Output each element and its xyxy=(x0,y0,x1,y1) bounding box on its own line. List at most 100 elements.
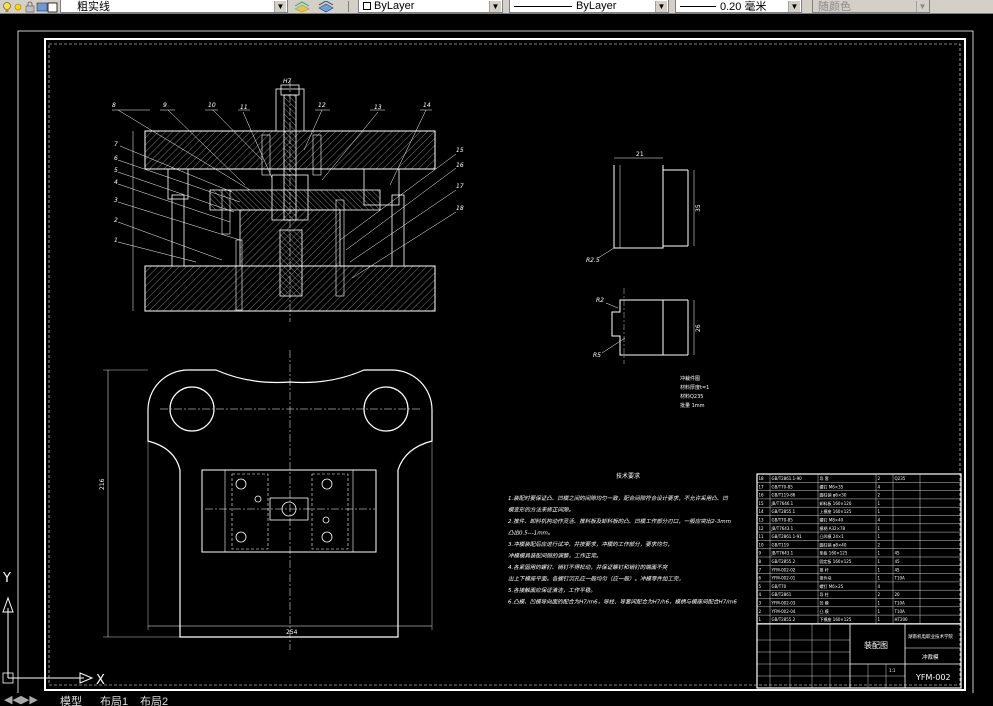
make-current-layer-icon[interactable] xyxy=(294,1,310,13)
bom-cell: 17 xyxy=(759,484,765,489)
bom-cell: 11 xyxy=(759,534,765,539)
bom-cell: GB/T2855.2 xyxy=(772,617,796,622)
color-swatch xyxy=(363,2,371,10)
bom-cell: GB/T119-86 xyxy=(772,493,796,498)
bom-cell: GB/T2855.1 xyxy=(772,509,796,514)
tech-line: 凸出0.5---1mm。 xyxy=(508,530,553,537)
plotstyle-dropdown[interactable]: 随颜色 ▼ xyxy=(812,0,930,13)
bom-cell: GB/T70-85 xyxy=(772,484,794,489)
svg-text:材料厚度t=1: 材料厚度t=1 xyxy=(680,384,709,391)
chevron-down-icon[interactable]: ▼ xyxy=(788,1,800,12)
plan-view: 216 254 xyxy=(99,350,433,650)
bom-cell: 1 xyxy=(878,501,881,506)
bom-cell: GB/T2855.2 xyxy=(772,559,796,564)
section-view: 8 9 10 11 H7 12 13 14 7 6 5 4 3 2 1 15 16 17 18 xyxy=(112,78,464,322)
product-name: 冲裁模 xyxy=(922,653,939,661)
bom-cell: 16 xyxy=(759,493,765,498)
chevron-down-icon[interactable]: ▼ xyxy=(274,1,286,12)
bom-cell: 1 xyxy=(878,559,881,564)
chevron-down-icon[interactable]: ▼ xyxy=(916,1,928,12)
sheet-outer-frame xyxy=(17,30,974,693)
bom-cell: 45 xyxy=(895,567,901,572)
bom-cell: GB/T70 xyxy=(772,584,787,589)
layer-dropdown[interactable]: 粗实线 ▼ xyxy=(60,0,288,13)
drawing-name: 装配图 xyxy=(864,640,888,650)
bom-cell: 3 xyxy=(759,601,762,606)
lineweight-dropdown[interactable]: 0.20 毫米 ▼ xyxy=(675,0,802,13)
bom-cell: 20 xyxy=(895,592,901,597)
bom-cell: T10A xyxy=(894,576,906,581)
bom-cell: 1 xyxy=(878,526,881,531)
bom-cell: 2 xyxy=(878,476,881,481)
bom-cell: 螺钉 M8×40 xyxy=(820,517,844,523)
tech-line: 冲模模具装配间隙的调整，工作正常。 xyxy=(508,553,602,560)
part-label-15: 15 xyxy=(456,147,464,154)
bom-cell: 1 xyxy=(878,617,881,622)
bom-cell: YFM-002-01 xyxy=(771,576,796,581)
ucs-icon: Y X xyxy=(2,571,105,688)
tech-line: 6.凸模、凹模导向面的配合为H7/m6，导柱、导套间配合为H7/h6，模柄与模座… xyxy=(508,599,737,606)
technical-requirements: 技术要求 1.装配时要保证凸、凹模之间的间隙均匀一致，配合间隙符合设计要求，不允… xyxy=(508,472,737,606)
tab-nav-arrows[interactable]: ◀◀▶▶ xyxy=(4,693,38,706)
drawing-canvas[interactable]: 8 9 10 11 H7 12 13 14 7 6 5 4 3 2 1 15 16 17 18 xyxy=(0,15,993,693)
part-label-3: 3 xyxy=(114,197,118,204)
layer-color-icon[interactable] xyxy=(47,1,59,13)
tech-lines: 1.装配时要保证凸、凹模之间的间隙均匀一致，配合间隙符合设计要求，不允许采用凸、… xyxy=(508,495,737,606)
tab-model[interactable]: 模型 xyxy=(60,693,82,706)
tab-layout2[interactable]: 布局2 xyxy=(140,693,168,706)
tech-line: 出上下模座平面。各螺钉沉孔应一般均匀（应一般）。冲模零件加工完， xyxy=(508,576,684,583)
lineweight-dropdown-value: 0.20 毫米 xyxy=(720,1,767,13)
bom-cell: YFM-002-04 xyxy=(771,609,796,614)
bom-cell: GB/T2861.1-90 xyxy=(772,476,803,481)
toolbar-separator xyxy=(348,1,349,12)
chevron-down-icon[interactable]: ▼ xyxy=(489,1,501,12)
bom-cell: JB/T7646.1 xyxy=(771,501,794,506)
bom-cell: 固定板 160×125 xyxy=(820,558,852,564)
bom-cell: YFM-002-02 xyxy=(771,567,796,572)
dim-r2: R2 xyxy=(596,297,604,304)
bom-cell: GB/T119 xyxy=(772,542,790,547)
part-label-16: 16 xyxy=(456,162,464,169)
dim-26: 26 xyxy=(695,324,702,332)
layout-tabs: ◀◀▶▶ 模型 布局1 布局2 xyxy=(0,693,993,706)
tab-layout1[interactable]: 布局1 xyxy=(100,693,128,706)
dim-r5: R5 xyxy=(593,352,601,359)
bom-cell: 7 xyxy=(759,567,762,572)
bom-cell: 2 xyxy=(878,592,881,597)
svg-text:批量 1mm: 批量 1mm xyxy=(680,402,705,409)
linetype-dropdown[interactable]: ByLayer ▼ xyxy=(509,0,669,13)
cad-drawing[interactable]: 8 9 10 11H712 13 14765432115161718 216 2… xyxy=(0,15,993,693)
ucs-x-label: X xyxy=(96,673,105,688)
svg-text:冲裁件图: 冲裁件图 xyxy=(680,375,700,382)
bom-cell: 模柄 A32×78 xyxy=(820,525,846,531)
part-label-11: 11 xyxy=(240,104,248,111)
bom-cell: 推 杆 xyxy=(820,566,829,572)
part-label-9: 9 xyxy=(163,102,167,109)
color-dropdown[interactable]: ByLayer ▼ xyxy=(358,0,503,13)
school-name: 湖南机电职业技术学院 xyxy=(908,633,953,640)
bom-cell: 垫板 160×125 xyxy=(820,550,848,556)
bom-cell: 1 xyxy=(878,509,881,514)
ucs-y-label: Y xyxy=(2,571,11,586)
tech-line: 5.各接触面应保证清洁，工作平稳。 xyxy=(508,587,596,594)
drawing-code: YFM-002 xyxy=(915,673,951,682)
color-dropdown-value: ByLayer xyxy=(374,0,415,12)
drawing-scale: 1:1 xyxy=(889,668,896,673)
layer-previous-icon[interactable] xyxy=(318,1,334,13)
bom-cell: 圆柱销 φ6×30 xyxy=(820,492,847,498)
bom-cell: 凸凹模 24×1 xyxy=(820,533,845,539)
bom-cell: 15 xyxy=(759,501,765,506)
bom-cell: 45 xyxy=(895,559,901,564)
sun-icon[interactable] xyxy=(12,1,24,13)
bom-cell: 14 xyxy=(759,509,765,514)
part-label-2: 2 xyxy=(114,217,118,224)
bom-cell: 螺钉 M6×25 xyxy=(820,583,844,589)
chevron-down-icon[interactable]: ▼ xyxy=(655,1,667,12)
bom-cell: 5 xyxy=(759,584,762,589)
lock-icon[interactable] xyxy=(24,1,36,13)
bom-cell: 1 xyxy=(878,609,881,614)
part-label-17: 17 xyxy=(456,183,464,190)
svg-text:材料Q235: 材料Q235 xyxy=(680,393,703,400)
lineweight-preview xyxy=(680,5,716,7)
bom-cell: 1 xyxy=(878,534,881,539)
